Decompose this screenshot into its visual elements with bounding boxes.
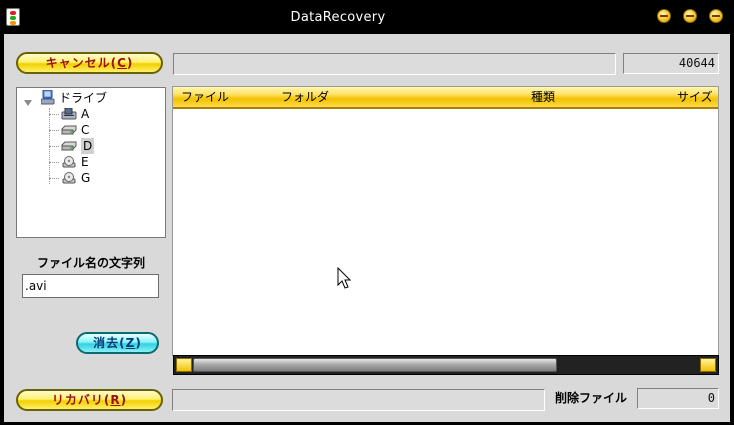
file-list-header: ファイル フォルダ 種類 サイズ bbox=[173, 87, 718, 109]
tree-item-drive-c[interactable]: C bbox=[49, 122, 159, 138]
scroll-left-button[interactable] bbox=[176, 358, 192, 372]
clear-key: Z bbox=[125, 336, 136, 350]
cancel-key: C bbox=[117, 56, 127, 70]
app-window: DataRecovery キャンセル(C) 40644 ドライブ A C D E… bbox=[0, 0, 734, 425]
expand-caret-icon[interactable] bbox=[24, 100, 32, 106]
computer-icon bbox=[41, 90, 55, 105]
clear-label: 消去( bbox=[93, 336, 126, 350]
filename-filter-caption: ファイル名の文字列 bbox=[36, 256, 145, 270]
column-header-size[interactable]: サイズ bbox=[677, 87, 713, 107]
cancel-button[interactable]: キャンセル(C) bbox=[16, 52, 163, 74]
drive-tree[interactable]: ドライブ A C D E G bbox=[16, 87, 166, 238]
tree-item-drive-g[interactable]: G bbox=[49, 170, 159, 186]
tree-item-drive-d[interactable]: D bbox=[49, 138, 159, 154]
drive-label-selected: D bbox=[81, 138, 95, 154]
file-list[interactable]: ファイル フォルダ 種類 サイズ bbox=[172, 86, 719, 356]
mouse-pointer-icon bbox=[337, 267, 352, 289]
maximize-button[interactable] bbox=[683, 9, 697, 23]
drive-label: A bbox=[81, 107, 90, 121]
window-title: DataRecovery bbox=[290, 10, 386, 25]
drive-label: G bbox=[81, 171, 91, 185]
minimize-button[interactable] bbox=[657, 9, 671, 23]
scroll-right-button[interactable] bbox=[700, 358, 716, 372]
floppy-drive-icon bbox=[61, 108, 77, 120]
hard-drive-icon bbox=[61, 141, 77, 151]
close-button[interactable] bbox=[709, 9, 723, 23]
deleted-files-count: 0 bbox=[637, 388, 719, 409]
recover-label-tail: ) bbox=[120, 393, 128, 407]
progress-bar bbox=[173, 53, 616, 75]
hard-drive-icon bbox=[61, 125, 77, 135]
column-header-file[interactable]: ファイル bbox=[181, 87, 229, 107]
recovery-progress-bar bbox=[172, 389, 545, 411]
column-header-folder[interactable]: フォルダ bbox=[281, 87, 329, 107]
client-area: キャンセル(C) 40644 ドライブ A C D E G ファイル名の文字列 … bbox=[4, 34, 730, 422]
tree-item-drive-a[interactable]: A bbox=[49, 106, 159, 122]
recover-button[interactable]: リカバリ(R) bbox=[16, 389, 163, 411]
recover-label: リカバリ( bbox=[51, 393, 111, 407]
tree-item-drive-e[interactable]: E bbox=[49, 154, 159, 170]
horizontal-scrollbar[interactable] bbox=[173, 355, 719, 375]
scan-count-field: 40644 bbox=[623, 53, 719, 74]
clear-label-tail: ) bbox=[135, 336, 142, 350]
cancel-label-tail: ) bbox=[126, 56, 134, 70]
cd-drive-icon bbox=[62, 156, 76, 168]
scroll-thumb[interactable] bbox=[193, 358, 557, 372]
clear-button[interactable]: 消去(Z) bbox=[76, 332, 159, 354]
filename-filter-input[interactable]: .avi bbox=[22, 274, 159, 298]
drive-label: E bbox=[81, 155, 89, 169]
drive-label: C bbox=[81, 123, 90, 137]
tree-root[interactable]: ドライブ bbox=[17, 90, 165, 106]
tree-root-label: ドライブ bbox=[59, 91, 108, 105]
cancel-label: キャンセル( bbox=[45, 56, 118, 70]
title-bar[interactable]: DataRecovery bbox=[0, 0, 734, 34]
cd-drive-icon bbox=[62, 172, 76, 184]
deleted-files-label: 削除ファイル bbox=[555, 391, 628, 405]
column-header-type[interactable]: 種類 bbox=[531, 87, 555, 107]
recover-key: R bbox=[110, 393, 121, 407]
